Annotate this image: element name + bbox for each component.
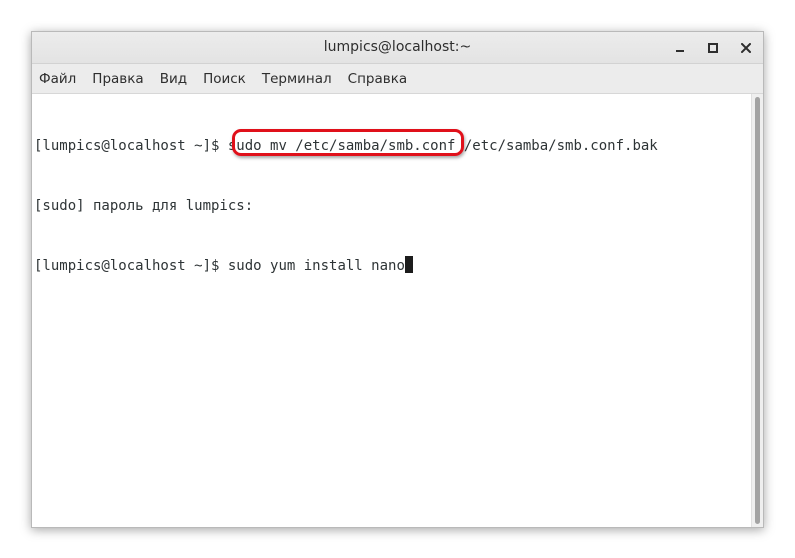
menu-search[interactable]: Поиск (203, 71, 246, 87)
maximize-icon (708, 43, 718, 53)
terminal-window: lumpics@localhost:~ Файл Правка Вид Поис… (31, 31, 764, 528)
menu-file[interactable]: Файл (39, 71, 76, 87)
menu-edit[interactable]: Правка (92, 71, 143, 87)
terminal-command-current: sudo yum install nano (227, 258, 405, 274)
terminal-command: sudo mv /etc/samba/smb.conf /etc/samba/s… (227, 138, 658, 154)
close-button[interactable] (736, 38, 756, 58)
terminal-output-text: [sudo] пароль для lumpics: (34, 198, 254, 214)
window-title: lumpics@localhost:~ (323, 39, 472, 55)
minimize-button[interactable] (670, 38, 690, 58)
scrollbar-thumb[interactable] (755, 97, 760, 524)
maximize-button[interactable] (703, 38, 723, 58)
terminal-prompt: [lumpics@localhost ~]$ (34, 138, 228, 154)
menu-terminal[interactable]: Терминал (262, 71, 332, 87)
text-cursor (404, 256, 413, 273)
minimize-icon (676, 50, 684, 52)
terminal-prompt: [lumpics@localhost ~]$ (34, 258, 228, 274)
close-icon (741, 43, 751, 53)
terminal-line: [lumpics@localhost ~]$ sudo yum install … (34, 256, 751, 276)
menu-view[interactable]: Вид (160, 71, 187, 87)
terminal-output[interactable]: [lumpics@localhost ~]$ sudo mv /etc/samb… (32, 94, 751, 527)
title-bar[interactable]: lumpics@localhost:~ (32, 32, 763, 64)
menu-bar: Файл Правка Вид Поиск Терминал Справка (32, 64, 763, 94)
terminal-line: [sudo] пароль для lumpics: (34, 196, 751, 216)
terminal-line: [lumpics@localhost ~]$ sudo mv /etc/samb… (34, 136, 751, 156)
menu-help[interactable]: Справка (348, 71, 407, 87)
vertical-scrollbar[interactable] (751, 94, 763, 527)
